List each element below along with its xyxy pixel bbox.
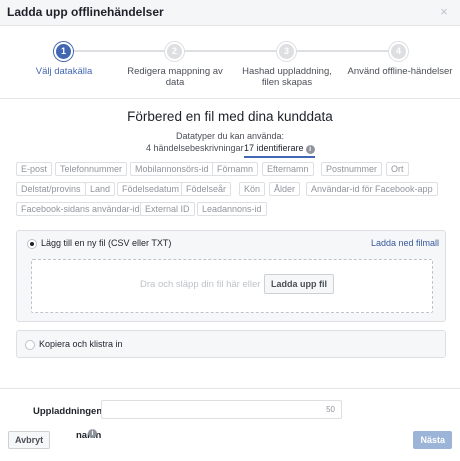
identifier-chip: Postnummer bbox=[321, 162, 383, 176]
tab-identifiers-label: 17 identifierare bbox=[244, 143, 304, 153]
identifier-chip: Telefonnummer bbox=[55, 162, 128, 176]
identifier-chip: Mobilannonsörs-id bbox=[130, 162, 214, 176]
cancel-button[interactable]: Avbryt bbox=[8, 431, 51, 449]
step-2-circle: 2 bbox=[165, 42, 184, 61]
progress-stepper: 1 2 3 4 Välj datakälla Redigera mappning… bbox=[0, 40, 460, 90]
file-dropzone[interactable]: Dra och släpp din fil här eller Ladda up… bbox=[31, 259, 433, 313]
identifier-chip: Förnamn bbox=[212, 162, 259, 176]
step-1-label: Välj datakälla bbox=[35, 66, 93, 77]
identifier-chip: Kön bbox=[239, 182, 266, 196]
datatypes-caption: Datatyper du kan använda: bbox=[175, 131, 285, 141]
tab-event-descriptions[interactable]: 4 händelsebeskrivningar bbox=[146, 143, 244, 153]
paste-panel: Kopiera och klistra in bbox=[16, 330, 446, 358]
identifier-chip: Ort bbox=[386, 162, 409, 176]
identifier-chip: E-post bbox=[16, 162, 53, 176]
identifier-chip: External ID bbox=[140, 202, 195, 216]
dialog-header: Ladda upp offlinehändelser × bbox=[0, 0, 460, 26]
char-count: 50 bbox=[326, 405, 335, 414]
identifier-chip: Födelseår bbox=[181, 182, 232, 196]
close-icon[interactable]: × bbox=[437, 4, 451, 20]
divider bbox=[0, 98, 460, 99]
next-button[interactable]: Nästa bbox=[413, 431, 452, 449]
identifier-chip: Land bbox=[85, 182, 116, 196]
dialog-footer: Uppladdningens 50 namn Avbryt Nästa bbox=[0, 388, 460, 461]
upload-name-label: Uppladdningens bbox=[33, 406, 108, 417]
step-2-label: Redigera mappning av data bbox=[127, 66, 223, 88]
upload-file-button[interactable]: Ladda upp fil bbox=[264, 274, 334, 294]
upload-file-panel: Lägg till en ny fil (CSV eller TXT) Ladd… bbox=[16, 230, 446, 322]
step-3-circle: 3 bbox=[277, 42, 296, 61]
identifier-chip: Delstat/provins bbox=[16, 182, 86, 196]
identifier-chip: Efternamn bbox=[262, 162, 314, 176]
upload-file-label[interactable]: Lägg till en ny fil (CSV eller TXT) bbox=[41, 238, 171, 248]
identifier-chip: Användar-id för Facebook-app bbox=[306, 182, 438, 196]
page-title: Förbered en fil med dina kunddata bbox=[127, 109, 333, 124]
identifier-chip: Facebook-sidans användar-id bbox=[16, 202, 145, 216]
step-1-circle: 1 bbox=[54, 42, 73, 61]
upload-name-input[interactable]: 50 bbox=[101, 400, 342, 419]
dialog-title: Ladda upp offlinehändelser bbox=[7, 5, 164, 19]
step-connector bbox=[182, 50, 276, 52]
download-template-link[interactable]: Ladda ned filmall bbox=[371, 238, 439, 248]
identifier-chip: Ålder bbox=[269, 182, 301, 196]
upload-name-info-icon[interactable]: i bbox=[88, 429, 97, 438]
info-icon[interactable]: i bbox=[305, 145, 315, 154]
drop-text: Dra och släpp din fil här eller bbox=[140, 279, 261, 290]
step-connector bbox=[294, 50, 388, 52]
tab-identifiers[interactable]: 17 identifierare i bbox=[244, 143, 315, 158]
identifier-chip: Leadannons-id bbox=[197, 202, 267, 216]
step-4-label: Använd offline-händelser bbox=[347, 66, 453, 77]
identifier-chip: Födelsedatum bbox=[117, 182, 185, 196]
paste-radio[interactable] bbox=[25, 340, 35, 350]
upload-file-radio[interactable] bbox=[27, 239, 37, 249]
step-3-label: Hashad uppladdning, filen skapas bbox=[242, 66, 332, 88]
paste-label[interactable]: Kopiera och klistra in bbox=[39, 339, 123, 349]
step-connector bbox=[72, 50, 164, 52]
step-4-circle: 4 bbox=[389, 42, 408, 61]
